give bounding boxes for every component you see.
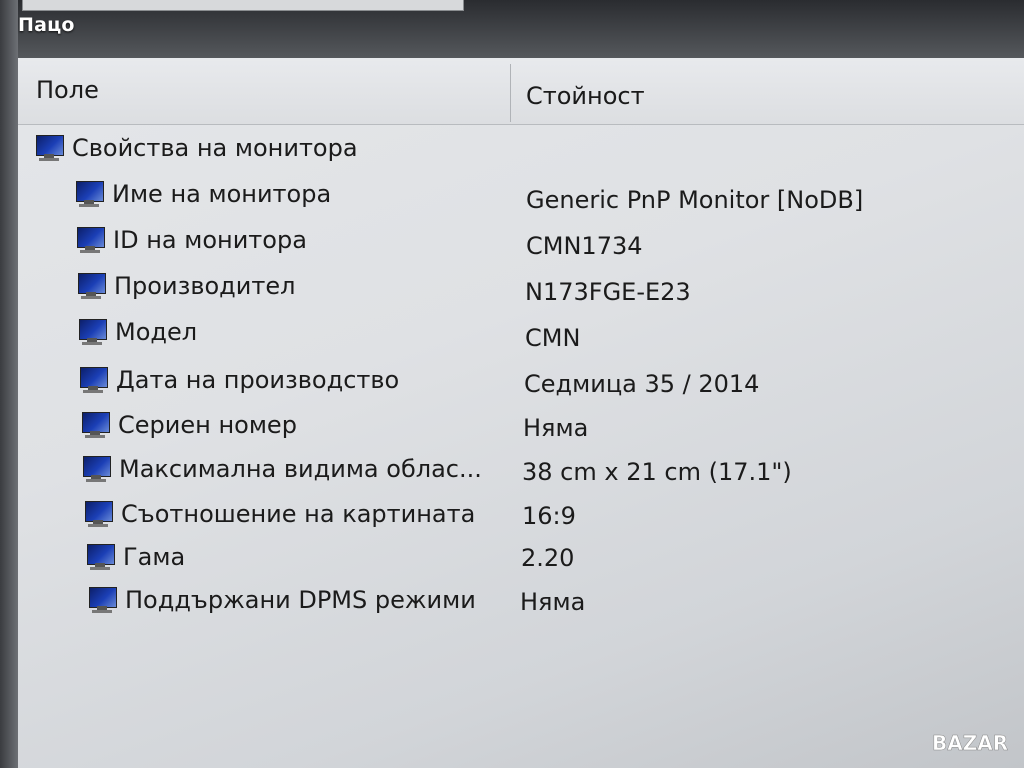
left-border [0,0,18,768]
field-value: Generic PnP Monitor [NoDB] [526,186,864,214]
column-header-value[interactable]: Стойност [526,82,645,110]
bazar-logo-text: BAZAR [932,731,1008,755]
field-value: 2.20 [521,544,575,572]
field-label: Сериен номер [118,411,297,439]
field-value: Няма [520,588,586,616]
monitor-icon [81,454,111,484]
list-item[interactable]: ID на монитора [75,220,307,260]
field-label: Дата на производство [116,366,400,394]
field-value: N173FGE-E23 [525,278,691,306]
monitor-icon [78,365,108,395]
list-item[interactable]: Съотношение на картината [83,494,475,534]
user-watermark: Пацо [18,14,75,36]
field-value: 16:9 [522,502,576,530]
list-item[interactable]: Име на монитора [74,174,331,214]
monitor-icon [34,133,64,163]
monitor-icon [83,499,113,529]
field-label: ID на монитора [113,226,307,254]
field-label: Модел [115,318,198,346]
monitor-icon [76,271,106,301]
group-label: Свойства на монитора [72,134,358,162]
list-item[interactable]: Поддържани DPMS режими [87,580,476,620]
tree-group-monitor-properties[interactable]: Свойства на монитора [34,128,358,168]
monitor-icon [80,410,110,440]
monitor-icon [75,225,105,255]
field-label: Съотношение на картината [121,500,476,528]
list-item[interactable]: Дата на производство [78,360,399,400]
field-label: Име на монитора [112,180,332,208]
monitor-icon [77,317,107,347]
field-value: CMN [525,324,581,352]
field-label: Максимална видима облас... [119,455,482,483]
field-value: Седмица 35 / 2014 [524,370,760,398]
field-value: CMN1734 [526,232,643,260]
column-header-field[interactable]: Поле [36,76,99,104]
monitor-icon [74,179,104,209]
list-item[interactable]: Сериен номер [80,405,297,445]
list-item[interactable]: Гама [85,537,185,577]
field-label: Поддържани DPMS режими [125,586,476,614]
field-value: Няма [523,414,589,442]
column-divider[interactable] [510,64,511,122]
monitor-icon [87,585,117,615]
properties-panel: Поле Стойност Свойства на монитора Име н… [18,58,1024,768]
list-item[interactable]: Производител [76,266,295,306]
field-label: Гама [123,543,186,571]
field-label: Производител [114,272,296,300]
column-header: Поле Стойност [18,58,1024,125]
list-item[interactable]: Максимална видима облас... [81,449,482,489]
monitor-icon [85,542,115,572]
bazar-logo: BAZAR [932,731,1009,756]
top-tab [22,0,464,11]
field-value: 38 cm x 21 cm (17.1") [522,458,792,486]
list-item[interactable]: Модел [77,312,197,352]
